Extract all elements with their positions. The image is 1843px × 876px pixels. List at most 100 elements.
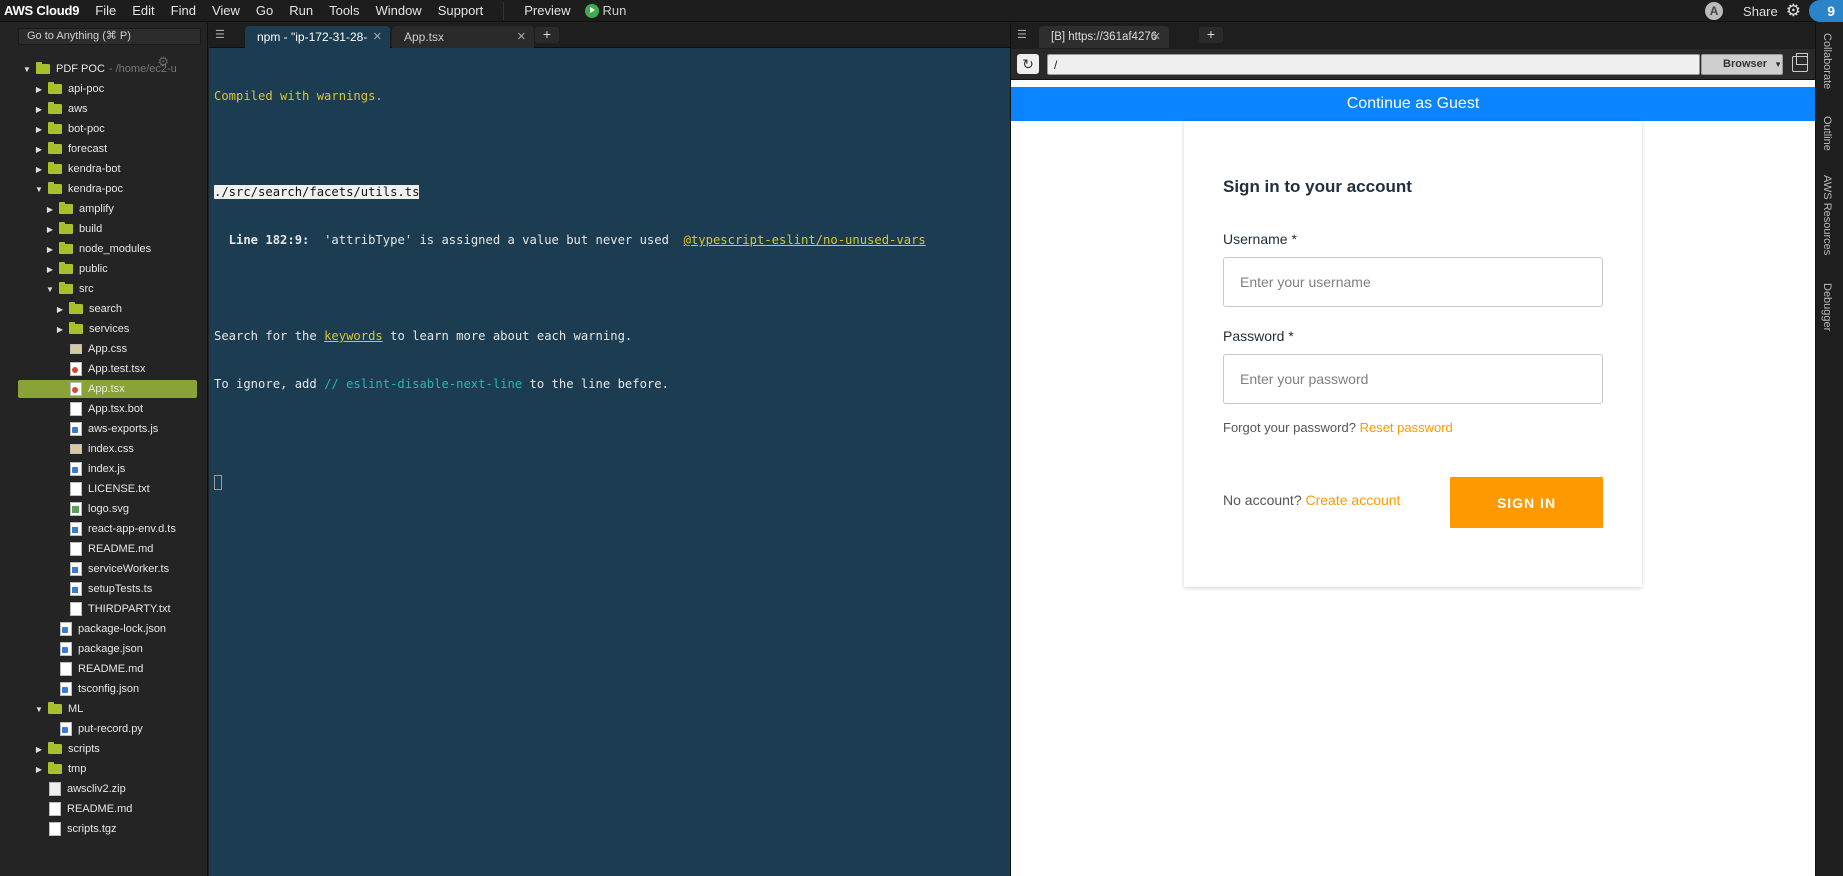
tree-file[interactable]: README.md xyxy=(0,660,207,678)
tab-menu-icon[interactable]: ☰ xyxy=(1017,28,1027,41)
collapsed-arrow-icon[interactable]: ▶ xyxy=(45,205,55,214)
sign-in-button[interactable]: SIGN IN xyxy=(1450,477,1603,528)
username-field[interactable] xyxy=(1223,257,1603,307)
collapsed-arrow-icon[interactable]: ▶ xyxy=(45,265,55,274)
url-input[interactable] xyxy=(1047,54,1700,75)
gear-icon[interactable]: ⚙ xyxy=(1786,0,1801,22)
create-account-link[interactable]: Create account xyxy=(1306,492,1401,508)
tree-folder[interactable]: ▶ amplify xyxy=(0,200,207,218)
tree-folder[interactable]: ▶ node_modules xyxy=(0,240,207,258)
collapsed-arrow-icon[interactable]: ▶ xyxy=(45,245,55,254)
tree-folder[interactable]: ▼ src xyxy=(0,280,207,298)
tree-file[interactable]: logo.svg xyxy=(0,500,207,518)
tree-file[interactable]: aws-exports.js xyxy=(0,420,207,438)
expanded-arrow-icon[interactable]: ▼ xyxy=(45,285,55,294)
menu-file[interactable]: File xyxy=(87,3,124,18)
menu-window[interactable]: Window xyxy=(367,3,429,18)
reset-password-link[interactable]: Reset password xyxy=(1360,420,1453,435)
cloud-notification-icon[interactable]: 9 xyxy=(1809,0,1843,22)
collapsed-arrow-icon[interactable]: ▶ xyxy=(34,85,44,94)
tree-folder[interactable]: ▼ kendra-poc xyxy=(0,180,207,198)
collapsed-arrow-icon[interactable]: ▶ xyxy=(34,125,44,134)
password-field[interactable] xyxy=(1223,354,1603,404)
tree-file[interactable]: README.md xyxy=(0,540,207,558)
app-brand[interactable]: AWS Cloud9 xyxy=(0,3,87,18)
tree-file[interactable]: App.tsx xyxy=(18,380,197,398)
collapsed-arrow-icon[interactable]: ▶ xyxy=(34,745,44,754)
tree-folder[interactable]: ▶ tmp xyxy=(0,760,207,778)
tree-folder[interactable]: ▼ PDF POC - /home/ec2-u xyxy=(0,60,207,78)
tab-aws-resources[interactable]: AWS Resources xyxy=(1821,175,1833,255)
expanded-arrow-icon[interactable]: ▼ xyxy=(22,65,32,74)
tree-file[interactable]: put-record.py xyxy=(0,720,207,738)
user-avatar[interactable]: A xyxy=(1705,2,1724,20)
tree-file[interactable]: App.tsx.bot xyxy=(0,400,207,418)
browser-dropdown[interactable]: Browser ▼ xyxy=(1701,54,1783,75)
expanded-arrow-icon[interactable]: ▼ xyxy=(34,185,44,194)
tree-folder[interactable]: ▶ bot-poc xyxy=(0,120,207,138)
popout-window-icon[interactable] xyxy=(1792,53,1808,72)
tab-app-tsx[interactable]: App.tsx ✕ xyxy=(392,26,534,48)
menu-support[interactable]: Support xyxy=(430,3,492,18)
tree-file[interactable]: App.css xyxy=(0,340,207,358)
eslint-rule-link[interactable]: @typescript-eslint/no-unused-vars xyxy=(684,233,926,247)
tree-folder[interactable]: ▶ public xyxy=(0,260,207,278)
tree-folder[interactable]: ▶ forecast xyxy=(0,140,207,158)
share-button[interactable]: Share xyxy=(1743,4,1778,19)
tree-file[interactable]: package-lock.json xyxy=(0,620,207,638)
close-icon[interactable]: ✕ xyxy=(517,26,526,48)
collapsed-arrow-icon[interactable]: ▶ xyxy=(34,165,44,174)
tree-file[interactable]: index.js xyxy=(0,460,207,478)
tree-file[interactable]: awscliv2.zip xyxy=(0,780,207,798)
tab-preview-url[interactable]: [B] https://361af4276 ✕ xyxy=(1039,26,1169,48)
tree-file[interactable]: index.css xyxy=(0,440,207,458)
tree-folder[interactable]: ▶ kendra-bot xyxy=(0,160,207,178)
tree-file[interactable]: README.md xyxy=(0,800,207,818)
menu-find[interactable]: Find xyxy=(163,3,204,18)
menu-run[interactable]: Run xyxy=(281,3,321,18)
tree-file[interactable]: tsconfig.json xyxy=(0,680,207,698)
close-icon[interactable]: ✕ xyxy=(1152,26,1161,48)
collapsed-arrow-icon[interactable]: ▶ xyxy=(34,105,44,114)
tree-file[interactable]: serviceWorker.ts xyxy=(0,560,207,578)
tree-folder[interactable]: ▶ search xyxy=(0,300,207,318)
tree-folder[interactable]: ▶ api-poc xyxy=(0,80,207,98)
tab-debugger[interactable]: Debugger xyxy=(1821,283,1833,331)
new-tab-plus-icon[interactable]: + xyxy=(1199,27,1223,43)
menu-view[interactable]: View xyxy=(204,3,248,18)
menu-tools[interactable]: Tools xyxy=(321,3,367,18)
collapsed-arrow-icon[interactable]: ▶ xyxy=(45,225,55,234)
expanded-arrow-icon[interactable]: ▼ xyxy=(34,705,44,714)
tree-file[interactable]: setupTests.ts xyxy=(0,580,207,598)
tree-folder[interactable]: ▼ ML xyxy=(0,700,207,718)
tree-file[interactable]: THIRDPARTY.txt xyxy=(0,600,207,618)
close-icon[interactable]: ✕ xyxy=(373,26,382,48)
preview-button[interactable]: Preview xyxy=(516,3,578,18)
tree-folder[interactable]: ▶ build xyxy=(0,220,207,238)
new-tab-plus-icon[interactable]: + xyxy=(535,27,559,43)
terminal-output[interactable]: Compiled with warnings. ./src/search/fac… xyxy=(214,56,926,522)
go-to-anything-input[interactable]: Go to Anything (⌘ P) xyxy=(18,28,201,45)
menu-edit[interactable]: Edit xyxy=(124,3,162,18)
tree-file[interactable]: App.test.tsx xyxy=(0,360,207,378)
tree-folder[interactable]: ▶ scripts xyxy=(0,740,207,758)
refresh-icon[interactable]: ↻ xyxy=(1017,54,1039,74)
tree-folder[interactable]: ▶ services xyxy=(0,320,207,338)
tab-npm-terminal[interactable]: npm - "ip-172-31-28- ✕ xyxy=(245,26,390,48)
collapsed-arrow-icon[interactable]: ▶ xyxy=(55,325,65,334)
tree-file[interactable]: package.json xyxy=(0,640,207,658)
keywords-link[interactable]: keywords xyxy=(324,329,383,343)
tree-folder[interactable]: ▶ aws xyxy=(0,100,207,118)
tree-file[interactable]: scripts.tgz xyxy=(0,820,207,838)
collapsed-arrow-icon[interactable]: ▶ xyxy=(55,305,65,314)
tree-file[interactable]: LICENSE.txt xyxy=(0,480,207,498)
collapsed-arrow-icon[interactable]: ▶ xyxy=(34,765,44,774)
run-button[interactable]: Run xyxy=(579,3,633,18)
tab-outline[interactable]: Outline xyxy=(1821,116,1833,151)
collapsed-arrow-icon[interactable]: ▶ xyxy=(34,145,44,154)
tab-menu-icon[interactable]: ☰ xyxy=(215,28,225,41)
tab-collaborate[interactable]: Collaborate xyxy=(1821,33,1833,89)
menu-go[interactable]: Go xyxy=(248,3,281,18)
tree-file[interactable]: react-app-env.d.ts xyxy=(0,520,207,538)
continue-as-guest-button[interactable]: Continue as Guest xyxy=(1011,87,1815,121)
